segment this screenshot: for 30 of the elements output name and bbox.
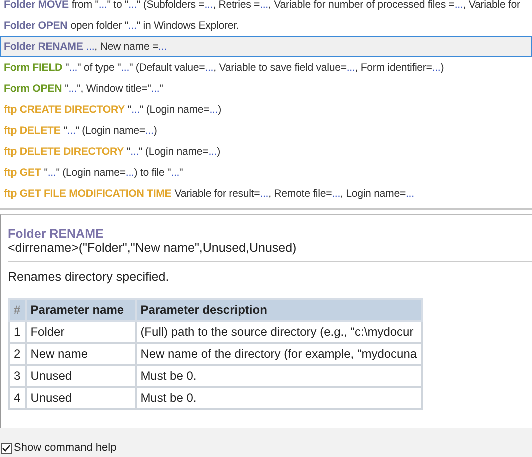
syntax-text: <dirrename>("Folder","New name",Unused,Unused): [8, 241, 297, 255]
description-text: Renames directory specified.: [8, 270, 170, 284]
table-cell: Folder: [26, 321, 136, 343]
command-item[interactable]: Folder RENAME ..., New name =...: [0, 36, 532, 57]
table-cell: 3: [9, 365, 26, 387]
command-item[interactable]: Folder OPEN open folder "..." in Windows Explorer.: [0, 15, 532, 36]
command-item[interactable]: Form OPEN "...", Window title="...": [0, 78, 532, 99]
command-item[interactable]: Form FIELD "..." of type "..." (Default value=..., Variable to save field value=..., Form identifier=...): [0, 57, 532, 78]
column-header: Parameter description: [136, 299, 422, 321]
table-cell: Must be 0.: [136, 387, 422, 409]
column-header: Parameter name: [26, 299, 136, 321]
show-help-checkbox[interactable]: [1, 443, 12, 454]
table-cell: Must be 0.: [136, 365, 422, 387]
command-item[interactable]: ftp GET FILE MODIFICATION TIME Variable for result=..., Remote file=..., Login name=...: [0, 183, 532, 204]
table-cell: Unused: [26, 365, 136, 387]
command-item[interactable]: ftp DELETE DIRECTORY "..." (Login name=...): [0, 141, 532, 162]
table-cell: (Full) path to the source directory (e.g., "c:\mydocur: [136, 321, 422, 343]
table-cell: 1: [9, 321, 26, 343]
table-cell: 2: [9, 343, 26, 365]
table-cell: 4: [9, 387, 26, 409]
table-cell: New name of the directory (for example, "mydocuna: [136, 343, 422, 365]
table-cell: New name: [26, 343, 136, 365]
table-cell: Unused: [26, 387, 136, 409]
command-item[interactable]: ftp CREATE DIRECTORY "..." (Login name=...): [0, 99, 532, 120]
command-item[interactable]: ftp DELETE "..." (Login name=...): [0, 120, 532, 141]
column-header: #: [9, 299, 26, 321]
help-title: Folder RENAME: [8, 227, 104, 241]
command-item[interactable]: ftp GET "..." (Login name=...) to file "...": [0, 162, 532, 183]
command-item[interactable]: Folder MOVE from "..." to "..." (Subfolders =..., Retries =..., Variable for number of processed files =..., Variable for: [0, 0, 532, 15]
checkbox-label: Show command help: [14, 442, 117, 454]
